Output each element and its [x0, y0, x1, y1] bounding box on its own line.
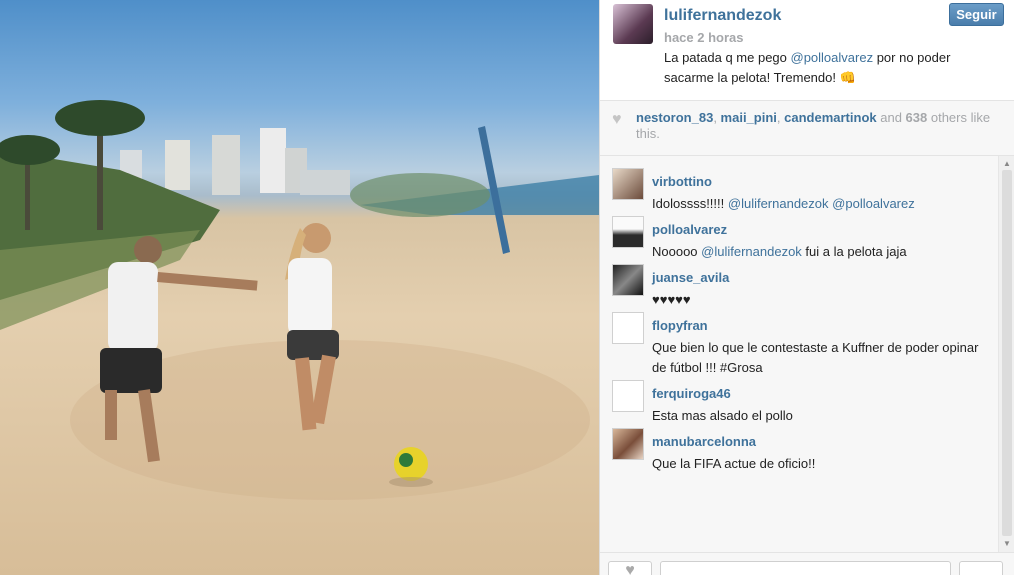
comments-list[interactable]: virbottino Idolossss!!!!! @lulifernandez… — [600, 156, 998, 552]
likes-text: nestoron_83, maii_pini, candemartinok an… — [636, 110, 991, 142]
arrow-up-icon[interactable]: ▲ — [1002, 159, 1012, 169]
owner-avatar[interactable] — [613, 4, 653, 44]
commenter-avatar[interactable] — [612, 312, 644, 344]
follow-button[interactable]: Seguir — [949, 3, 1004, 26]
comment-item: virbottino Idolossss!!!!! @lulifernandez… — [612, 164, 992, 212]
comment-input[interactable] — [660, 561, 951, 575]
comment-text: ♥♥♥♥♥ — [652, 292, 691, 307]
post-header: lulifernandezok hace 2 horas La patada q… — [600, 0, 1014, 101]
comment-mention-link[interactable]: @lulifernandezok — [728, 196, 829, 211]
comment-item: manubarcelonna Que la FIFA actue de ofic… — [612, 424, 992, 472]
comment-text: Que la FIFA actue de oficio!! — [652, 456, 816, 471]
likes-bar: ♥ nestoron_83, maii_pini, candemartinok … — [600, 101, 1014, 156]
comment-composer: ♥ — [600, 552, 1014, 575]
caption-mention-link[interactable]: @polloalvarez — [791, 50, 874, 65]
comment-text: Que bien lo que le contestaste a Kuffner… — [652, 340, 979, 375]
commenter-avatar[interactable] — [612, 380, 644, 412]
post-timestamp: hace 2 horas — [664, 30, 744, 45]
heart-icon: ♥ — [625, 562, 635, 575]
beach-scene-image — [0, 100, 599, 500]
likes-count[interactable]: 638 — [906, 110, 928, 125]
owner-username[interactable]: lulifernandezok — [664, 7, 781, 25]
commenter-avatar[interactable] — [612, 428, 644, 460]
comment-mention-link[interactable]: @lulifernandezok — [701, 244, 802, 259]
likes-separator: , — [713, 110, 721, 125]
scrollbar-thumb[interactable] — [1002, 170, 1012, 536]
commenter-username[interactable]: manubarcelonna — [652, 434, 756, 449]
comment-text-part: fui a la pelota jaja — [801, 244, 907, 259]
comment-item: juanse_avila ♥♥♥♥♥ — [612, 260, 992, 308]
commenter-username[interactable]: flopyfran — [652, 318, 708, 333]
liker-link[interactable]: nestoron_83 — [636, 110, 713, 125]
likes-and-text: and — [876, 110, 906, 125]
liker-link[interactable]: candemartinok — [784, 110, 876, 125]
commenter-username[interactable]: juanse_avila — [652, 270, 729, 285]
commenter-avatar[interactable] — [612, 216, 644, 248]
commenter-avatar[interactable] — [612, 168, 644, 200]
commenter-username[interactable]: polloalvarez — [652, 222, 727, 237]
heart-icon: ♥ — [612, 111, 622, 128]
liker-link[interactable]: maii_pini — [721, 110, 777, 125]
more-options-button[interactable] — [959, 561, 1003, 575]
post-caption: La patada q me pego @polloalvarez por no… — [664, 48, 984, 88]
comments-scrollbar[interactable]: ▲ ▼ — [998, 156, 1014, 552]
commenter-username[interactable]: virbottino — [652, 174, 712, 189]
like-button[interactable]: ♥ — [608, 561, 652, 575]
comment-mention-link[interactable]: @polloalvarez — [832, 196, 915, 211]
comment-item: ferquiroga46 Esta mas alsado el pollo — [612, 376, 992, 424]
comment-text-part: Nooooo — [652, 244, 702, 259]
comment-item: flopyfran Que bien lo que le contestaste… — [612, 308, 992, 375]
caption-text: La patada q me pego — [664, 50, 791, 65]
post-panel: lulifernandezok hace 2 horas La patada q… — [599, 0, 1014, 575]
comment-item: polloalvarez Nooooo @lulifernandezok fui… — [612, 212, 992, 260]
commenter-username[interactable]: ferquiroga46 — [652, 386, 731, 401]
comment-text-part: Idolossss!!!!! — [652, 196, 728, 211]
post-photo[interactable] — [0, 0, 599, 575]
comment-text: Idolossss!!!!! @lulifernandezok @polloal… — [652, 194, 982, 214]
comment-text: Nooooo @lulifernandezok fui a la pelota … — [652, 242, 982, 262]
commenter-avatar[interactable] — [612, 264, 644, 296]
comment-text: Esta mas alsado el pollo — [652, 408, 793, 423]
arrow-down-icon[interactable]: ▼ — [1002, 539, 1012, 549]
